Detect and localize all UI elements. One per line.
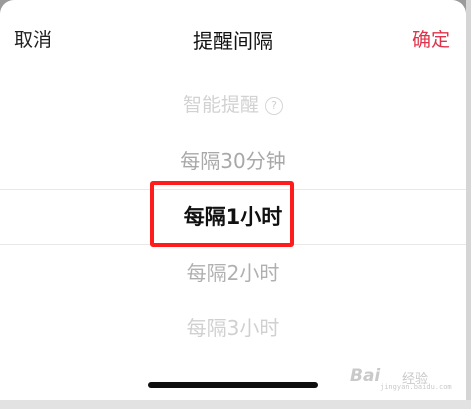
help-icon[interactable]: ? xyxy=(265,97,283,115)
home-indicator-bar[interactable] xyxy=(148,382,318,388)
picker-option-label: 每隔30分钟 xyxy=(180,149,286,173)
picker-option-30-minutes[interactable]: 每隔30分钟 xyxy=(0,148,466,174)
background-bottom-edge xyxy=(0,400,471,409)
watermark-brand: Bai xyxy=(350,366,381,386)
picker-option-label: 每隔3小时 xyxy=(186,316,280,340)
confirm-button[interactable]: 确定 xyxy=(412,28,450,52)
picker-option-label: 智能提醒 xyxy=(182,94,259,116)
annotation-highlight-box xyxy=(150,181,294,247)
picker-option-smart-reminder[interactable]: 智能提醒? xyxy=(0,92,466,118)
picker-option-2-hours[interactable]: 每隔2小时 xyxy=(0,260,466,286)
watermark-url: jingyan.baidu.com xyxy=(380,383,452,391)
picker-option-3-hours[interactable]: 每隔3小时 xyxy=(0,315,466,341)
background-right-edge xyxy=(466,0,471,409)
picker-option-label: 每隔2小时 xyxy=(186,261,280,285)
interval-picker-sheet: 取消 提醒间隔 确定 智能提醒? 每隔30分钟 每隔1小时 每隔2小时 每隔3小… xyxy=(0,0,466,400)
baidu-jingyan-watermark: Bai 经验 jingyan.baidu.com xyxy=(350,366,452,392)
sheet-title: 提醒间隔 xyxy=(193,29,273,53)
